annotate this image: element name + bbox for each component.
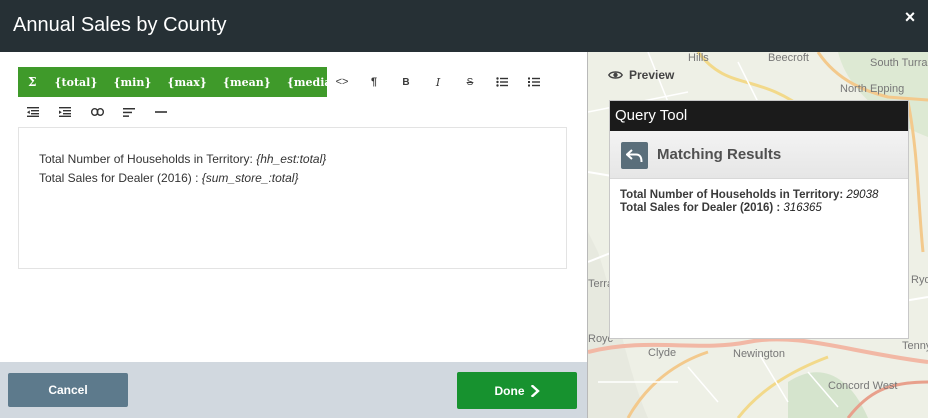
mean-button[interactable]: {mean} (215, 76, 279, 89)
result-households-value: 29038 (846, 189, 879, 201)
code-icon[interactable]: <> (333, 73, 351, 91)
modal-header: Annual Sales by County × (0, 0, 928, 52)
map-label-ryd: Ryd (911, 274, 928, 286)
editor-households-label: Total Number of Households in Territory: (39, 152, 257, 166)
editor-line-households: Total Number of Households in Territory:… (39, 150, 546, 169)
bold-icon[interactable]: B (397, 73, 415, 91)
total-button[interactable]: {total} (46, 76, 105, 89)
close-icon[interactable]: × (902, 8, 918, 26)
editor-pane: Σ {total} {min} {max} {mean} {median} <>… (0, 52, 587, 362)
map-label-hills: Hills (688, 52, 709, 64)
modal-footer: Cancel Done (0, 362, 587, 418)
cancel-button-label: Cancel (48, 383, 88, 397)
italic-icon[interactable]: I (429, 73, 447, 91)
result-sales-label: Total Sales for Dealer (2016) : (620, 202, 784, 214)
eye-icon (608, 71, 623, 79)
result-sales: Total Sales for Dealer (2016) : 316365 (620, 202, 898, 215)
chevron-right-icon (530, 384, 540, 397)
map-label-newington: Newington (733, 348, 785, 360)
query-tool-panel: Query Tool Matching Results Total Number… (609, 100, 909, 339)
map-label-south-turra: South Turra (870, 57, 928, 69)
outdent-icon[interactable] (24, 103, 42, 121)
paragraph-icon[interactable]: ¶ (365, 73, 383, 91)
map-label-clyde: Clyde (648, 347, 677, 359)
editor-line-sales: Total Sales for Dealer (2016) : {sum_sto… (39, 169, 546, 188)
back-button[interactable] (621, 142, 648, 169)
preview-label: Preview (629, 68, 675, 82)
query-results: Total Number of Households in Territory:… (610, 179, 908, 225)
strikethrough-icon-glyph: S (466, 76, 474, 88)
italic-icon-glyph: I (435, 75, 441, 89)
editor-sales-label: Total Sales for Dealer (2016) : (39, 171, 202, 185)
paragraph-icon-glyph: ¶ (370, 76, 378, 88)
sigma-button[interactable]: Σ (18, 75, 46, 89)
cancel-button[interactable]: Cancel (8, 373, 128, 407)
matching-results-header: Matching Results (610, 131, 908, 179)
editor-sales-token: {sum_store_:total} (201, 171, 299, 185)
preview-toggle[interactable]: Preview (608, 68, 674, 82)
horizontal-rule-icon[interactable] (152, 103, 170, 121)
bold-icon-glyph: B (402, 76, 410, 88)
template-editor[interactable]: Total Number of Households in Territory:… (18, 127, 567, 269)
code-icon-glyph: <> (335, 76, 349, 88)
matching-results-label: Matching Results (657, 146, 782, 163)
map-label-tenny: Tenny (902, 340, 928, 352)
strikethrough-icon[interactable]: S (461, 73, 479, 91)
indent-icon[interactable] (56, 103, 74, 121)
align-left-icon[interactable] (120, 103, 138, 121)
map-preview[interactable]: Hills Beecroft South Turra North Epping … (588, 52, 928, 418)
link-icon[interactable] (88, 103, 106, 121)
min-button[interactable]: {min} (105, 76, 159, 89)
result-sales-value: 316365 (783, 202, 822, 214)
query-tool-title: Query Tool (610, 101, 908, 131)
modal-title: Annual Sales by County (13, 14, 227, 36)
editor-households-token: {hh_est:total} (256, 152, 327, 166)
bullet-list-icon[interactable] (493, 73, 511, 91)
numbered-list-icon[interactable] (525, 73, 543, 91)
aggregate-toolbar: Σ {total} {min} {max} {mean} {median} (18, 67, 347, 97)
map-label-concord-west: Concord West (828, 380, 898, 392)
back-arrow-icon (626, 148, 643, 162)
max-button[interactable]: {max} (159, 76, 214, 89)
done-button-label: Done (494, 383, 525, 398)
map-label-north-epping: North Epping (840, 83, 905, 95)
done-button[interactable]: Done (457, 372, 577, 409)
result-households: Total Number of Households in Territory:… (620, 189, 898, 202)
result-households-label: Total Number of Households in Territory: (620, 189, 847, 201)
map-label-beecroft: Beecroft (768, 52, 809, 64)
